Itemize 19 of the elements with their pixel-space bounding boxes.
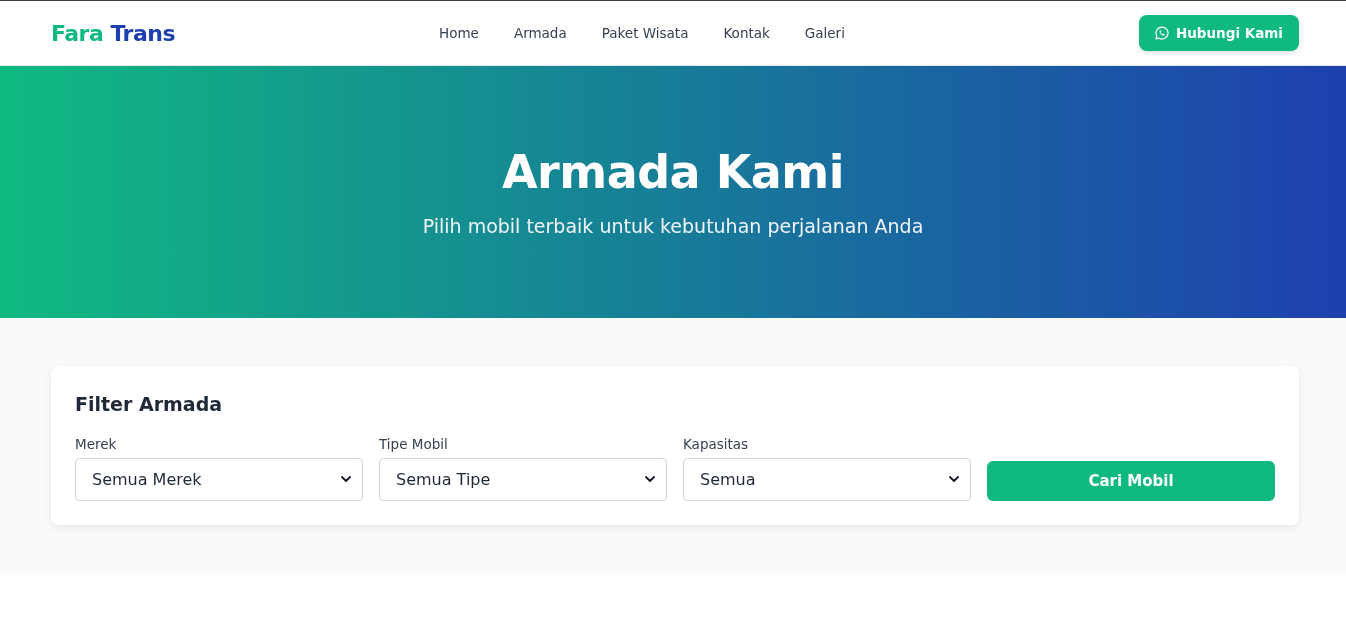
field-label: Tipe Mobil bbox=[379, 435, 449, 452]
nav-link[interactable]: Galeri bbox=[804, 25, 845, 41]
nav-link[interactable]: Armada bbox=[513, 25, 567, 41]
dropdown-field[interactable]: Semua Merek bbox=[75, 458, 363, 501]
dropdown-field[interactable]: Semua Tipe bbox=[379, 458, 667, 501]
nav-link[interactable]: Kontak bbox=[723, 25, 770, 41]
nav-link[interactable]: Paket Wisata bbox=[601, 25, 689, 41]
chevron-down-icon bbox=[949, 476, 959, 483]
field-label: Merek bbox=[75, 435, 118, 452]
filter-title: Filter Armada bbox=[75, 393, 224, 416]
hero-subtitle: Pilih mobil terbaik untuk kebutuhan perjalanan Anda bbox=[422, 214, 924, 239]
dropdown-field[interactable]: Semua bbox=[683, 458, 971, 501]
hero-title: Armada Kami bbox=[501, 145, 845, 201]
field-label: Kapasitas bbox=[683, 435, 750, 452]
logo[interactable]: Fara Trans bbox=[51, 20, 175, 46]
chevron-down-icon bbox=[341, 476, 351, 483]
chevron-down-icon bbox=[645, 476, 655, 483]
chat-phone-icon bbox=[1154, 26, 1169, 40]
nav-link[interactable]: Home bbox=[439, 25, 479, 41]
